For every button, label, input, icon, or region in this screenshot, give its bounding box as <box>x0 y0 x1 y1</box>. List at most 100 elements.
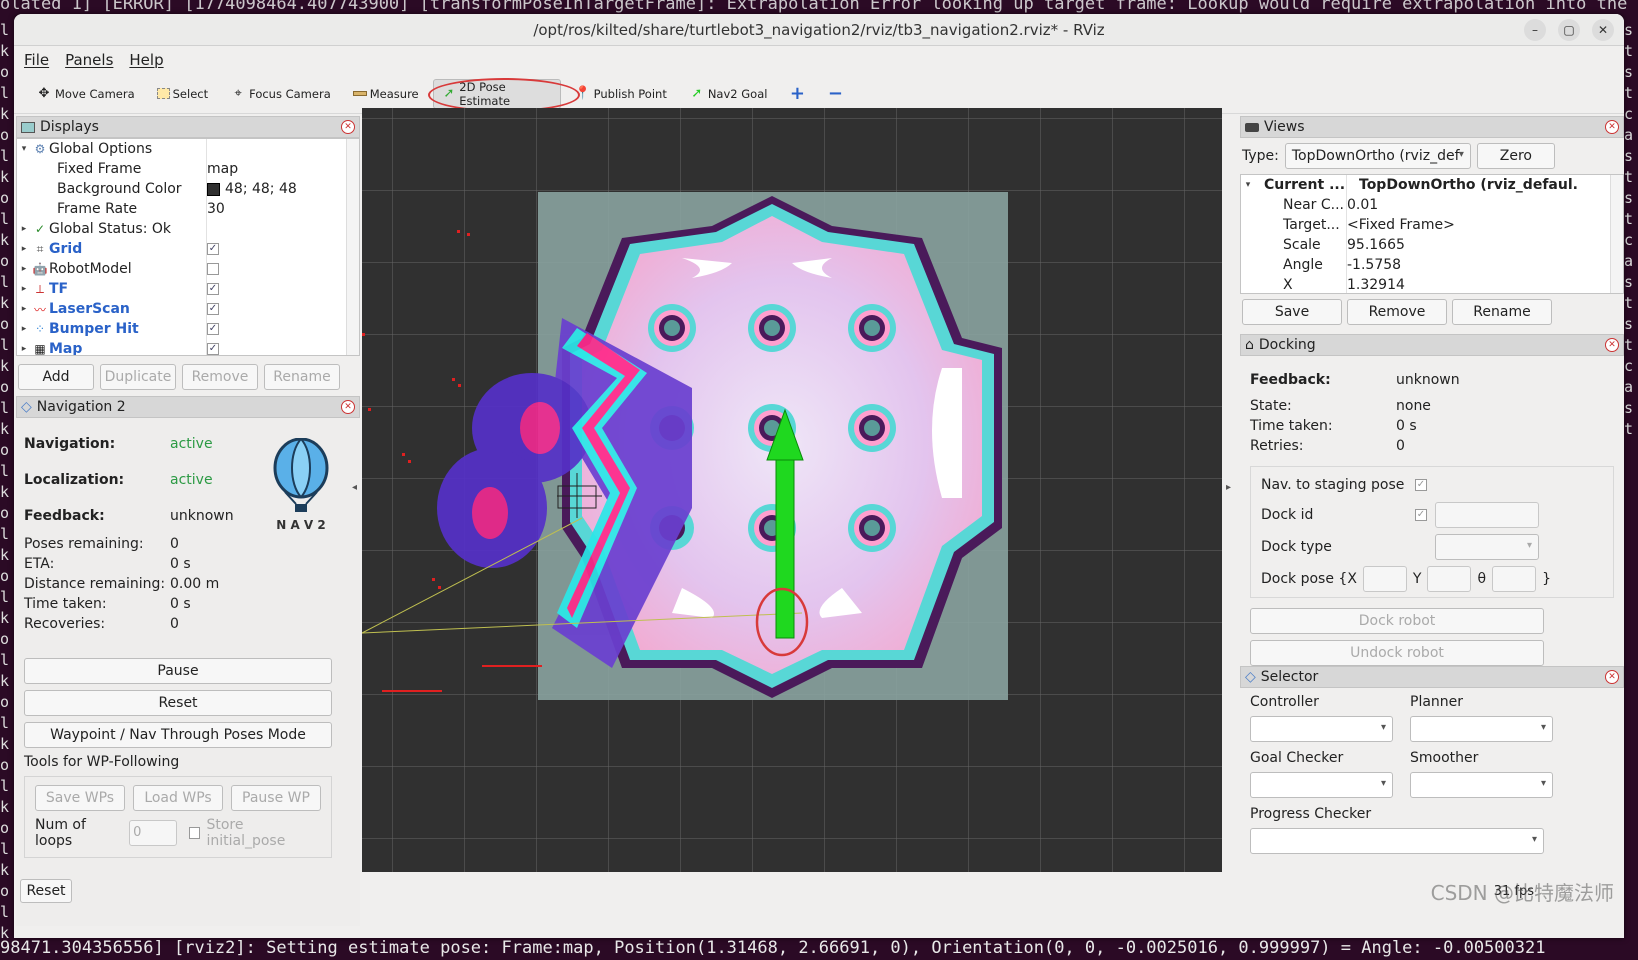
remove-tool-button[interactable]: − <box>819 79 851 109</box>
tree-row-map[interactable]: ▸ ▦ Map ✓ <box>17 339 359 355</box>
pose-estimate-tool[interactable]: ➚ 2D Pose Estimate <box>432 78 561 109</box>
dock-robot-button[interactable]: Dock robot <box>1250 608 1544 634</box>
frame-rate-value[interactable]: 30 <box>207 201 225 217</box>
waypoint-mode-button[interactable]: Waypoint / Nav Through Poses Mode <box>24 722 332 748</box>
menu-file[interactable]: File <box>24 51 49 69</box>
planner-select[interactable]: ▾ <box>1410 716 1553 742</box>
laserscan-checkbox[interactable]: ✓ <box>207 303 219 315</box>
close-button[interactable]: ✕ <box>1592 19 1614 41</box>
pause-button[interactable]: Pause <box>24 658 332 684</box>
view-prop-row[interactable]: Near C... 0.01 <box>1241 195 1623 215</box>
staging-pose-checkbox[interactable]: ✓ <box>1415 479 1427 491</box>
add-tool-button[interactable]: + <box>781 79 813 109</box>
tree-row-laserscan[interactable]: ▸ 〰 LaserScan ✓ <box>17 299 359 319</box>
map-checkbox[interactable]: ✓ <box>207 343 219 355</box>
menu-panels[interactable]: Panels <box>65 51 113 69</box>
minimize-button[interactable]: – <box>1524 19 1546 41</box>
reset-button[interactable]: Reset <box>24 690 332 716</box>
store-initial-checkbox[interactable] <box>188 827 201 839</box>
tree-row-frame-rate[interactable]: Frame Rate 30 <box>17 199 359 219</box>
tree-row-grid[interactable]: ▸ ⌗ Grid ✓ <box>17 239 359 259</box>
view-prop-value[interactable]: 0.01 <box>1347 197 1378 213</box>
dock-pose-x-input[interactable] <box>1362 566 1407 592</box>
close-panel-icon[interactable]: ✕ <box>1605 120 1619 134</box>
duplicate-display-button[interactable]: Duplicate <box>100 364 176 390</box>
view-prop-value[interactable]: -1.5758 <box>1347 257 1401 273</box>
maximize-button[interactable]: ▢ <box>1558 19 1580 41</box>
tree-row-robotmodel[interactable]: ▸ 🤖 RobotModel <box>17 259 359 279</box>
close-panel-icon[interactable]: ✕ <box>1605 670 1619 684</box>
dock-id-input[interactable] <box>1435 502 1539 528</box>
chevron-down-icon[interactable]: ▾ <box>1241 180 1255 190</box>
dock-pose-theta-input[interactable] <box>1492 566 1537 592</box>
chevron-right-icon[interactable]: ▸ <box>17 344 31 354</box>
tree-row-bumper-hit[interactable]: ▸ ⁘ Bumper Hit ✓ <box>17 319 359 339</box>
chevron-right-icon[interactable]: ▸ <box>17 284 31 294</box>
fixed-frame-value[interactable]: map <box>207 161 238 177</box>
tree-row-background-color[interactable]: Background Color 48; 48; 48 <box>17 179 359 199</box>
left-splitter-arrow[interactable]: ◂ <box>352 482 357 493</box>
controller-select[interactable]: ▾ <box>1250 716 1393 742</box>
grid-checkbox[interactable]: ✓ <box>207 243 219 255</box>
save-view-button[interactable]: Save <box>1242 299 1342 325</box>
map-scene[interactable] <box>362 108 1222 872</box>
zero-button[interactable]: Zero <box>1476 143 1555 169</box>
chevron-right-icon[interactable]: ▸ <box>17 324 31 334</box>
docking-time-value: 0 s <box>1396 418 1417 434</box>
distance-value: 0.00 m <box>170 576 220 592</box>
measure-tool[interactable]: Measure <box>345 79 427 109</box>
chevron-right-icon[interactable]: ▸ <box>17 304 31 314</box>
background-color-value[interactable]: 48; 48; 48 <box>225 181 297 197</box>
render-viewport[interactable] <box>362 108 1222 872</box>
rename-display-button[interactable]: Rename <box>264 364 340 390</box>
dock-id-checkbox[interactable]: ✓ <box>1415 509 1427 521</box>
view-prop-value[interactable]: 1.32914 <box>1347 277 1405 293</box>
tree-row-tf[interactable]: ▸ ⟂ TF ✓ <box>17 279 359 299</box>
num-loops-input[interactable]: 0 <box>129 820 177 846</box>
current-view-row[interactable]: ▾ Current ... TopDownOrtho (rviz_defaul. <box>1241 175 1623 195</box>
pause-wp-button[interactable]: Pause WP <box>231 785 321 811</box>
displays-scrollbar[interactable] <box>346 139 359 355</box>
select-tool[interactable]: Select <box>149 79 216 109</box>
add-display-button[interactable]: Add <box>18 364 94 390</box>
remove-display-button[interactable]: Remove <box>182 364 258 390</box>
load-wps-button[interactable]: Load WPs <box>133 785 223 811</box>
dock-type-select[interactable]: ▾ <box>1435 534 1539 560</box>
view-prop-row[interactable]: Scale 95.1665 <box>1241 235 1623 255</box>
chevron-right-icon[interactable]: ▸ <box>17 264 31 274</box>
chevron-down-icon[interactable]: ▾ <box>17 144 31 154</box>
view-prop-row[interactable]: Angle -1.5758 <box>1241 255 1623 275</box>
view-prop-value[interactable]: 95.1665 <box>1347 237 1405 253</box>
view-prop-row[interactable]: Target... <Fixed Frame> <box>1241 215 1623 235</box>
rename-view-button[interactable]: Rename <box>1452 299 1552 325</box>
nav2-goal-tool[interactable]: ➚ Nav2 Goal <box>681 79 776 109</box>
chevron-right-icon[interactable]: ▸ <box>17 244 31 254</box>
bumper-hit-checkbox[interactable]: ✓ <box>207 323 219 335</box>
save-wps-button[interactable]: Save WPs <box>35 785 125 811</box>
right-splitter-arrow[interactable]: ▸ <box>1226 482 1231 493</box>
robotmodel-checkbox[interactable] <box>207 263 219 275</box>
chevron-right-icon[interactable]: ▸ <box>17 224 31 234</box>
tree-row-fixed-frame[interactable]: Fixed Frame map <box>17 159 359 179</box>
undock-robot-button[interactable]: Undock robot <box>1250 640 1544 666</box>
views-scrollbar[interactable] <box>1610 175 1623 293</box>
view-prop-row[interactable]: X 1.32914 <box>1241 275 1623 293</box>
tree-row-global-status[interactable]: ▸ ✓ Global Status: Ok <box>17 219 359 239</box>
close-panel-icon[interactable]: ✕ <box>1605 338 1619 352</box>
view-type-select[interactable]: TopDownOrtho (rviz_def ▾ <box>1284 143 1471 169</box>
dock-pose-y-input[interactable] <box>1427 566 1472 592</box>
view-prop-value[interactable]: <Fixed Frame> <box>1347 217 1455 233</box>
progress-checker-select[interactable]: ▾ <box>1250 828 1544 854</box>
goal-checker-select[interactable]: ▾ <box>1250 772 1393 798</box>
close-panel-icon[interactable]: ✕ <box>341 120 355 134</box>
remove-view-button[interactable]: Remove <box>1347 299 1447 325</box>
focus-camera-tool[interactable]: ⌖ Focus Camera <box>222 79 339 109</box>
status-reset-button[interactable]: Reset <box>20 879 72 903</box>
tree-row-global-options[interactable]: ▾ ⚙ Global Options <box>17 139 359 159</box>
close-panel-icon[interactable]: ✕ <box>341 400 355 414</box>
tf-checkbox[interactable]: ✓ <box>207 283 219 295</box>
smoother-select[interactable]: ▾ <box>1410 772 1553 798</box>
move-camera-tool[interactable]: ✥ Move Camera <box>28 79 143 109</box>
publish-point-tool[interactable]: 📍 Publish Point <box>567 79 675 109</box>
menu-help[interactable]: Help <box>129 51 163 69</box>
